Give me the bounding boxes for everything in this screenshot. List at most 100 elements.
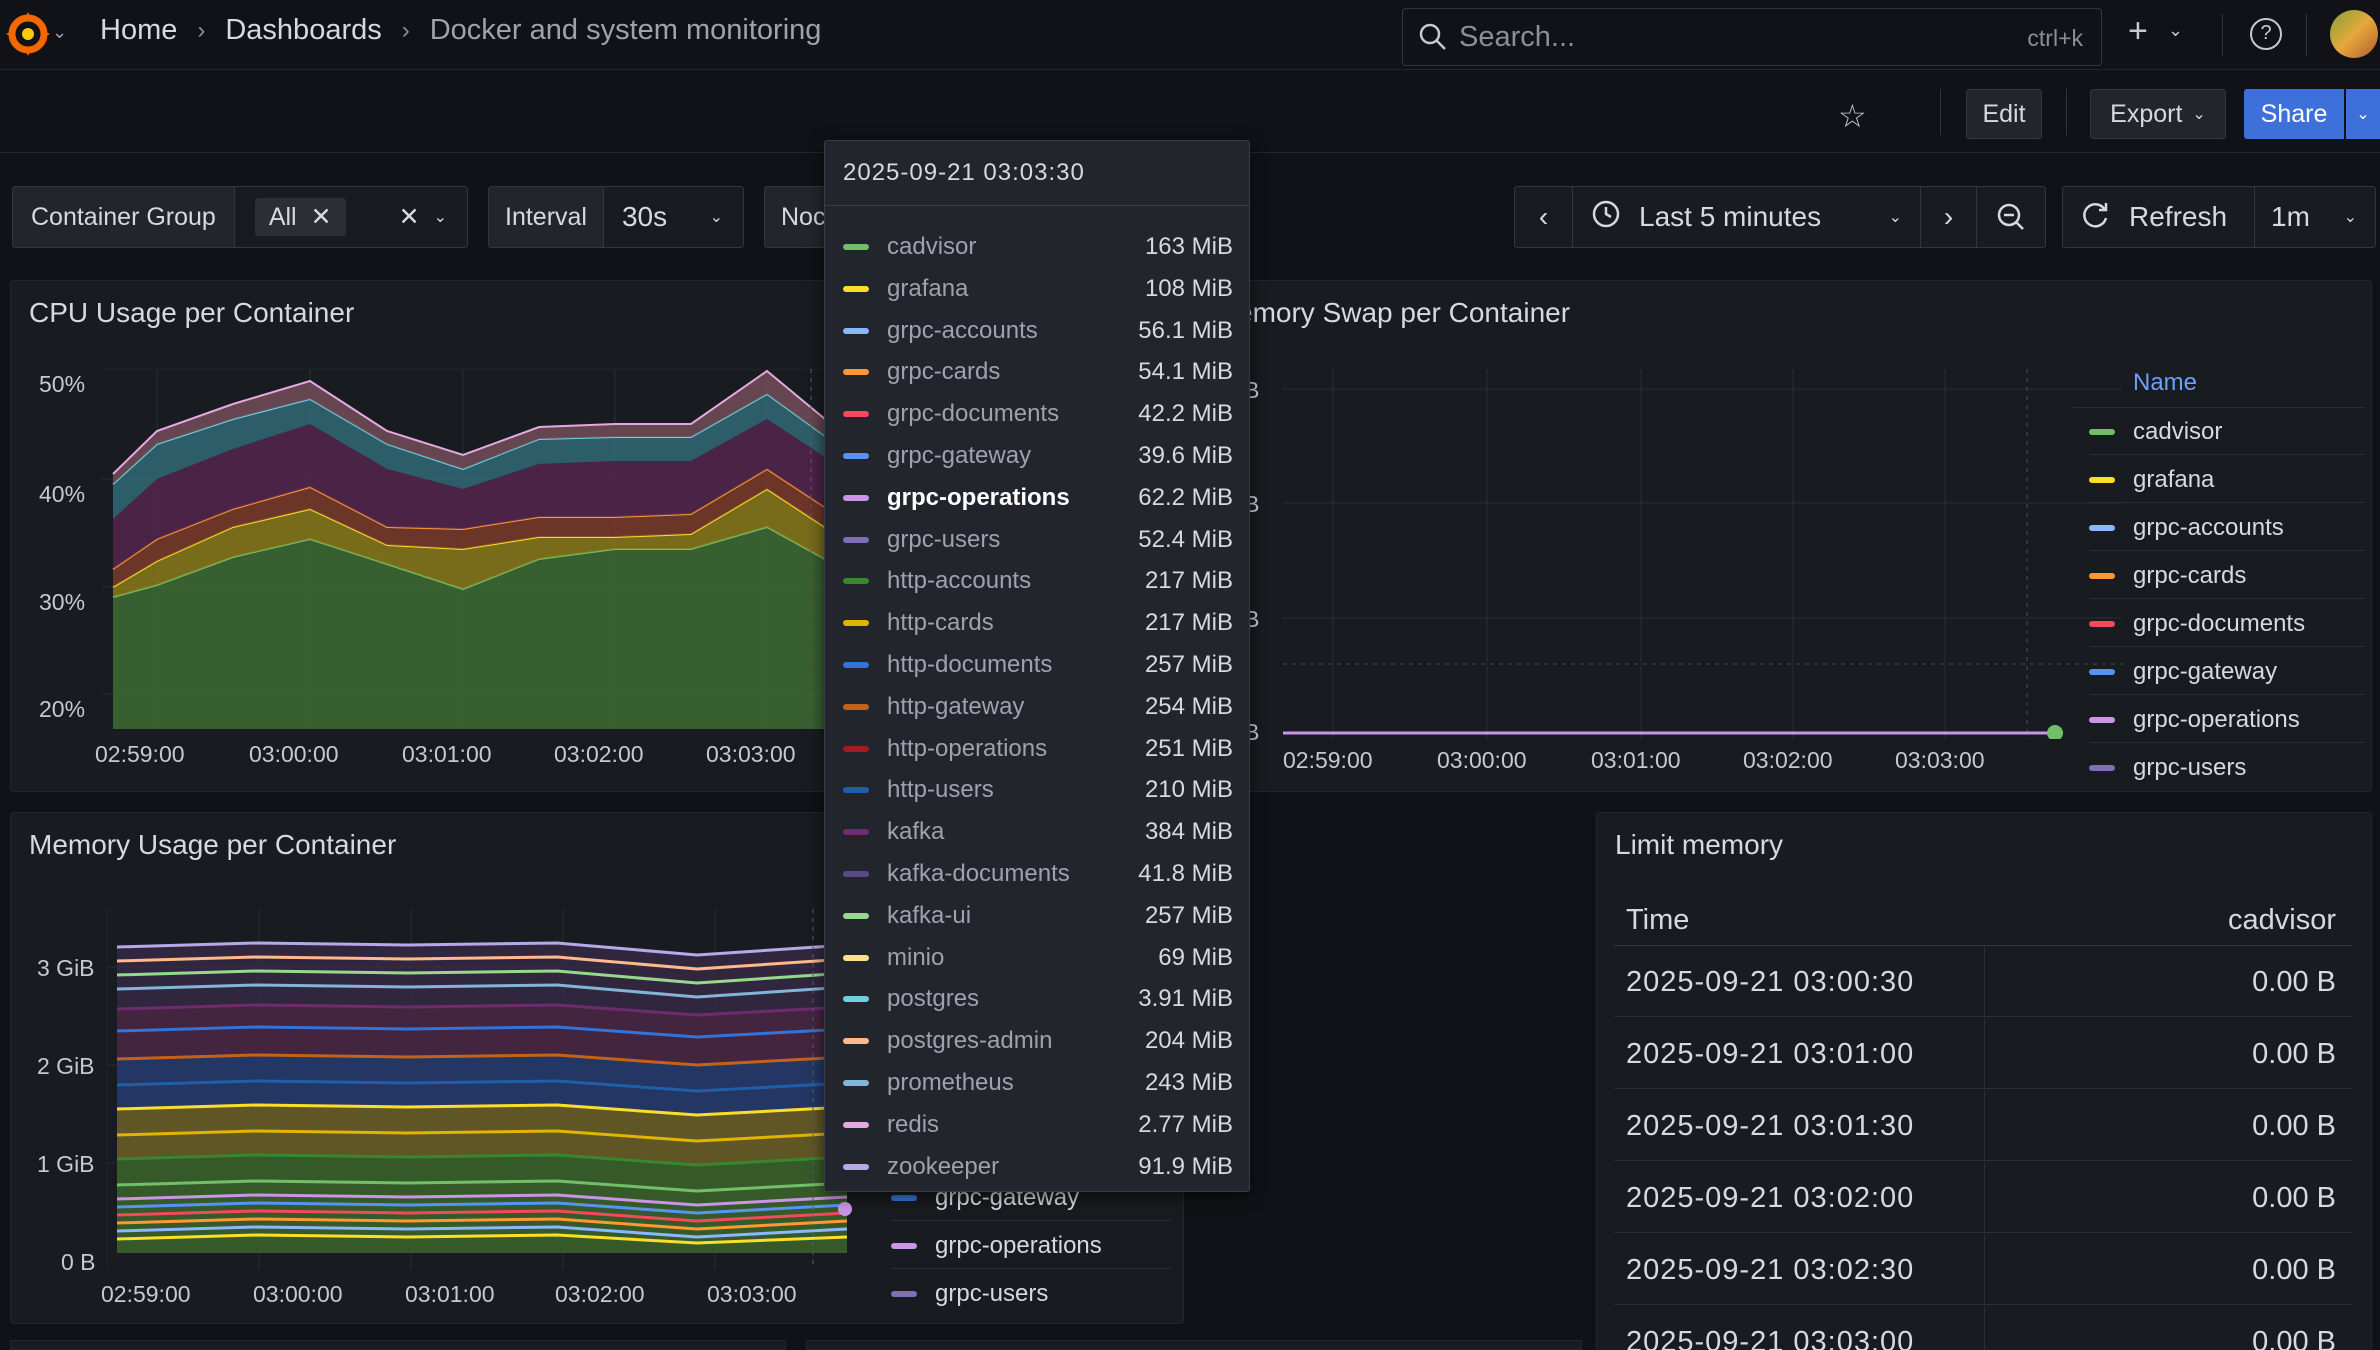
series-value: 69 MiB xyxy=(1158,943,1233,971)
legend-header[interactable]: Name xyxy=(2133,369,2197,397)
time-range-picker[interactable]: Last 5 minutes ⌄ xyxy=(1573,187,1921,247)
edit-button[interactable]: Edit xyxy=(1966,89,2042,139)
table-row: 2025-09-21 03:03:00 0.00 B xyxy=(1614,1306,2352,1350)
cell-value: 0.00 B xyxy=(2252,1038,2336,1070)
legend-swatch xyxy=(891,1291,917,1297)
series-swatch xyxy=(843,787,869,794)
zoom-out-icon[interactable] xyxy=(1977,187,2045,247)
series-name: kafka xyxy=(887,818,945,846)
chevron-down-icon[interactable]: ⌄ xyxy=(434,207,447,227)
container-group-tag[interactable]: All ✕ xyxy=(254,198,346,236)
y-tick-label: 40% xyxy=(39,481,86,507)
grafana-logo-icon[interactable] xyxy=(4,10,52,58)
legend-swatch xyxy=(2089,716,2115,723)
tooltip-row: http-documents 257 MiB xyxy=(843,645,1233,685)
chevron-right-icon: › xyxy=(197,16,206,44)
series-name: postgres xyxy=(887,985,980,1013)
refresh-button[interactable]: Refresh xyxy=(2063,187,2255,247)
refresh-icon xyxy=(2079,198,2111,237)
refresh-interval-value[interactable]: 1m xyxy=(2271,201,2310,233)
breadcrumb: Home › Dashboards › Docker and system mo… xyxy=(100,14,821,47)
column-header-cadvisor[interactable]: cadvisor xyxy=(2228,904,2336,937)
legend-item[interactable]: grpc-users xyxy=(2089,745,2365,791)
series-name: redis xyxy=(887,1110,940,1138)
star-icon[interactable]: ☆ xyxy=(1838,97,1867,135)
series-name: http-documents xyxy=(887,651,1053,678)
search-shortcut: ctrl+k xyxy=(2027,25,2083,51)
y-tick-label: 50% xyxy=(39,371,86,397)
cell-value: 0.00 B xyxy=(2252,1110,2336,1142)
legend-item[interactable]: grpc-documents xyxy=(2089,601,2365,647)
x-tick-label: 03:02:00 xyxy=(555,1281,645,1307)
tooltip-row: http-users 210 MiB xyxy=(843,770,1233,810)
x-tick-label: 02:59:00 xyxy=(101,1281,191,1307)
tooltip-row: postgres-admin 204 MiB xyxy=(843,1021,1233,1061)
series-swatch xyxy=(843,285,869,292)
panel-title: CPU Usage per Container xyxy=(29,297,355,328)
series-swatch xyxy=(843,996,869,1003)
chevron-right-icon[interactable]: › xyxy=(1921,187,1977,247)
refresh-picker: Refresh 1m ⌄ xyxy=(2062,186,2376,248)
clear-icon[interactable]: ✕ xyxy=(399,202,420,232)
close-icon[interactable]: ✕ xyxy=(311,202,332,232)
legend-item[interactable]: grpc-operations xyxy=(891,1223,1171,1269)
column-header-time[interactable]: Time xyxy=(1626,904,1689,937)
legend-item[interactable]: grafana xyxy=(2089,457,2365,503)
chevron-left-icon[interactable]: ‹ xyxy=(1515,187,1573,247)
tooltip-row: redis 2.77 MiB xyxy=(843,1105,1233,1145)
swap-chart-area[interactable] xyxy=(1283,369,2123,739)
panel-edge xyxy=(806,1340,1582,1350)
y-tick-label: 2 GiB xyxy=(37,1053,95,1079)
add-icon[interactable]: + xyxy=(2128,12,2148,51)
tooltip-row: grpc-operations 62.2 MiB xyxy=(843,478,1233,518)
interval-value[interactable]: 30s xyxy=(622,201,667,233)
tooltip-row: http-operations 251 MiB xyxy=(843,729,1233,769)
chevron-down-icon[interactable]: ⌄ xyxy=(2344,207,2357,227)
x-tick-label: 03:01:00 xyxy=(1591,747,1681,773)
chevron-down-icon[interactable]: ⌄ xyxy=(52,22,67,43)
breadcrumb-current: Docker and system monitoring xyxy=(429,14,822,46)
legend-item[interactable]: cadvisor xyxy=(2089,409,2365,455)
series-value: 62.2 MiB xyxy=(1138,483,1233,511)
breadcrumb-dashboards[interactable]: Dashboards xyxy=(225,14,381,47)
table-row: 2025-09-21 03:00:30 0.00 B xyxy=(1614,946,2352,1017)
container-group-value: All xyxy=(268,202,297,231)
series-swatch xyxy=(843,453,869,459)
series-name: grpc-documents xyxy=(887,400,1060,428)
share-dropdown-button[interactable]: ⌄ xyxy=(2346,89,2380,139)
series-value: 54.1 MiB xyxy=(1138,358,1233,386)
panel-title: Memory Usage per Container xyxy=(29,829,397,860)
help-icon[interactable]: ? xyxy=(2250,18,2282,50)
series-value: 2.77 MiB xyxy=(1138,1110,1233,1138)
tooltip-row: postgres 3.91 MiB xyxy=(843,979,1233,1019)
export-button[interactable]: Export ⌄ xyxy=(2090,89,2226,139)
chart-tooltip: 2025-09-21 03:03:30 cadvisor 163 MiB grafa… xyxy=(824,140,1250,1192)
legend-item[interactable]: grpc-cards xyxy=(2089,553,2365,599)
series-name: grpc-users xyxy=(887,525,1001,553)
tooltip-row: kafka-ui 257 MiB xyxy=(843,896,1233,936)
interval-variable: Interval 30s ⌄ xyxy=(488,186,744,248)
cell-time: 2025-09-21 03:01:30 xyxy=(1626,1110,1915,1142)
legend-label: grpc-operations xyxy=(2133,705,2300,733)
series-value: 251 MiB xyxy=(1144,734,1233,762)
legend-item[interactable]: grpc-accounts xyxy=(2089,505,2365,551)
series-value: 42.2 MiB xyxy=(1138,400,1233,428)
series-value: 217 MiB xyxy=(1144,609,1233,637)
search-input[interactable]: Search... ctrl+k xyxy=(1402,8,2102,66)
chevron-down-icon[interactable]: ⌄ xyxy=(2168,20,2183,41)
legend-item[interactable]: grpc-operations xyxy=(2089,697,2365,743)
interval-label: Interval xyxy=(489,187,604,247)
memory-chart-area[interactable] xyxy=(107,909,867,1269)
legend-item[interactable]: grpc-gateway xyxy=(2089,649,2365,695)
table-row: 2025-09-21 03:01:00 0.00 B xyxy=(1614,1018,2352,1089)
legend-label: grpc-users xyxy=(935,1280,1049,1307)
breadcrumb-home[interactable]: Home xyxy=(100,14,177,47)
tooltip-row: kafka-documents 41.8 MiB xyxy=(843,854,1233,894)
legend-item[interactable]: grpc-users xyxy=(891,1271,1171,1317)
chevron-down-icon[interactable]: ⌄ xyxy=(710,207,723,227)
series-name: grpc-gateway xyxy=(887,442,1032,469)
share-button[interactable]: Share xyxy=(2244,89,2344,139)
avatar[interactable] xyxy=(2330,10,2378,58)
series-swatch xyxy=(843,912,869,919)
series-name: postgres-admin xyxy=(887,1027,1053,1055)
